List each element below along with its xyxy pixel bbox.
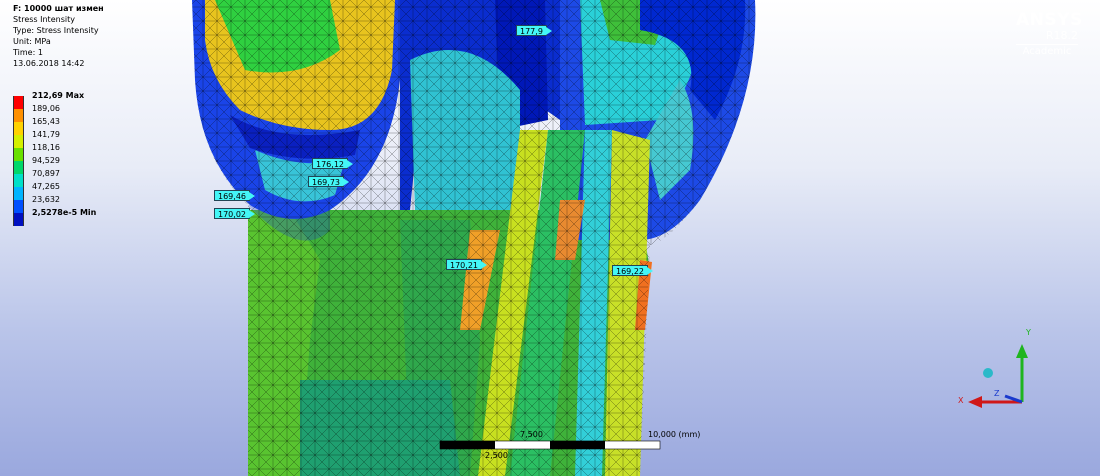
legend-swatch [13, 122, 24, 135]
logo-edition: Academic [1016, 44, 1078, 57]
legend-swatch [13, 213, 24, 226]
legend-label: 23,632 [32, 195, 60, 204]
scale-bar [439, 440, 661, 450]
legend-label: 189,06 [32, 104, 60, 113]
legend-swatch [13, 109, 24, 122]
logo-version: R18.2 [1045, 29, 1078, 42]
legend-label: 47,265 [32, 182, 60, 191]
ansys-logo: ANSYS R18.2 Academic [1016, 10, 1083, 57]
result-type-detail: Type: Stress Intensity [13, 26, 99, 35]
triad-y-label: Y [1026, 328, 1031, 337]
legend-swatch [13, 161, 24, 174]
result-unit: Unit: MPa [13, 37, 51, 46]
result-title: F: 10000 шат измен [13, 4, 104, 13]
legend-swatch [13, 96, 24, 109]
legend-label: 2,5278e-5 Min [32, 208, 97, 217]
legend-swatch [13, 200, 24, 213]
legend-swatch [13, 174, 24, 187]
scale-mid-label-left: 2,500 [485, 451, 508, 460]
result-type: Stress Intensity [13, 15, 75, 24]
legend-label: 118,16 [32, 143, 60, 152]
scale-total-label: 10,000 (mm) [648, 430, 701, 439]
legend-label: 94,529 [32, 156, 60, 165]
probe-label[interactable]: 170,02 [214, 208, 255, 219]
probe-label[interactable]: 177,9 [516, 25, 552, 36]
probe-label[interactable]: 176,12 [312, 158, 353, 169]
legend-label: 70,897 [32, 169, 60, 178]
result-time: Time: 1 [13, 48, 43, 57]
probe-label[interactable]: 170,21 [446, 259, 487, 270]
legend-label: 141,79 [32, 130, 60, 139]
graphics-viewport[interactable]: F: 10000 шат измен Stress Intensity Type… [0, 0, 1100, 476]
legend-swatch [13, 187, 24, 200]
legend-swatch [13, 148, 24, 161]
scale-mid-label-right: 7,500 [520, 430, 543, 439]
result-info-panel: F: 10000 шат измен Stress Intensity Type… [13, 3, 104, 69]
legend-label: 165,43 [32, 117, 60, 126]
triad-x-label: X [958, 396, 964, 405]
coordinate-triad[interactable] [968, 344, 1028, 408]
probe-label[interactable]: 169,46 [214, 190, 255, 201]
probe-label[interactable]: 169,73 [308, 176, 349, 187]
legend-label: 212,69 Max [32, 91, 85, 100]
result-date: 13.06.2018 14:42 [13, 59, 85, 68]
probe-label[interactable]: 169,22 [612, 265, 653, 276]
logo-brand: ANSYS [1016, 10, 1083, 30]
triad-z-label: Z [994, 389, 1000, 398]
stress-contour-model[interactable] [0, 0, 1100, 476]
legend-swatch [13, 135, 24, 148]
